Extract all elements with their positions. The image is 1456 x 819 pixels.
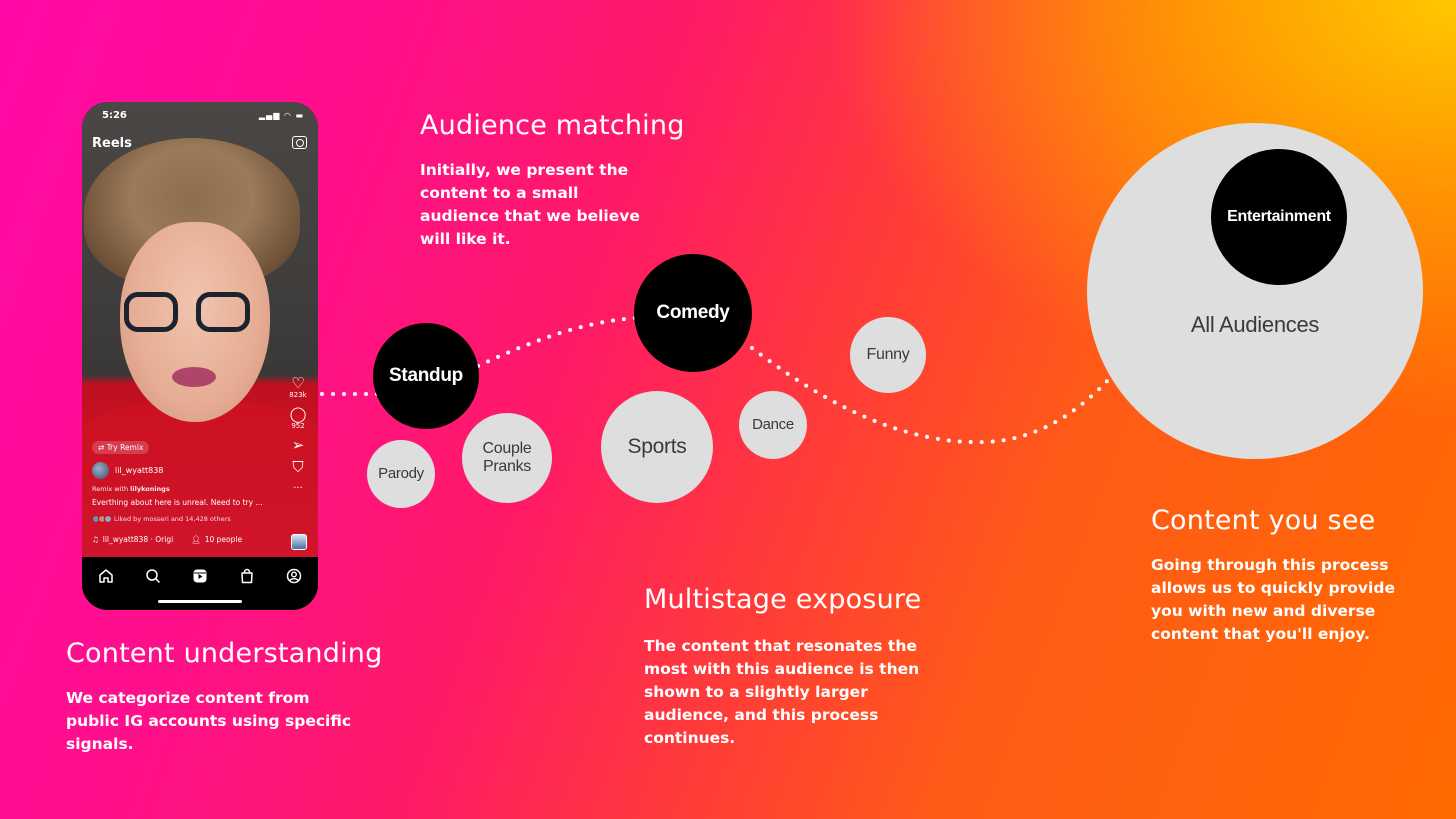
more-button[interactable]: ··· (287, 481, 309, 497)
search-icon (146, 569, 160, 584)
more-icon: ··· (293, 483, 303, 494)
shop-icon (241, 568, 253, 584)
heart-icon: ♡ (291, 374, 305, 392)
nav-reels[interactable] (190, 566, 210, 586)
bubble-label: Parody (378, 465, 424, 483)
try-remix-button[interactable]: ⇄ Try Remix (92, 441, 150, 454)
remix-user[interactable]: lilykonings (130, 485, 170, 493)
nav-shop[interactable] (237, 566, 257, 586)
comment-icon: ◯ (289, 405, 307, 423)
liked-by-text: Liked by mosseri and 14,428 others (114, 515, 231, 523)
like-count: 823k (289, 391, 307, 399)
bubble-label: Comedy (656, 302, 730, 324)
section-content-understanding: Content understanding We categorize cont… (66, 638, 382, 756)
remix-prefix: Remix with (92, 485, 129, 493)
section-body: Going through this process allows us to … (1151, 556, 1395, 643)
nav-search[interactable] (143, 566, 163, 586)
bubble-standup: Standup (373, 323, 479, 429)
section-title: Content you see (1151, 505, 1376, 536)
photo-glasses (196, 292, 250, 332)
save-button[interactable]: ⛉ (287, 459, 309, 475)
bubble-funny: Funny (850, 317, 926, 393)
bookmark-icon: ⛉ (292, 458, 304, 476)
person-icon: 👤︎ (191, 535, 201, 544)
bubble-label: All Audiences (1190, 312, 1320, 338)
people-label[interactable]: 10 people (205, 535, 242, 544)
bubble-label-line-2: Pranks (483, 458, 531, 475)
avatar[interactable] (92, 462, 109, 479)
photo-lips (172, 367, 216, 387)
user-row[interactable]: lil_wyatt838 (92, 462, 163, 479)
section-title: Audience matching (420, 110, 685, 141)
home-indicator (158, 600, 242, 603)
comment-button[interactable]: ◯ 952 (287, 406, 309, 431)
section-body: We categorize content from public IG acc… (66, 689, 352, 753)
liked-by-row[interactable]: Liked by mosseri and 14,428 others (92, 515, 231, 523)
reels-title: Reels (92, 136, 132, 151)
bubble-label: Funny (866, 345, 910, 363)
bubble-comedy: Comedy (634, 254, 752, 372)
status-icons: ▂▄▆ ◠ ▬ (259, 111, 304, 120)
caption[interactable]: Everthing about here is unreal. Need to … (92, 498, 263, 507)
remix-with-text: Remix with lilykonings (92, 485, 170, 493)
section-body: The content that resonates the most with… (644, 637, 920, 747)
bubble-entertainment: Entertainment (1211, 149, 1347, 285)
try-remix-label: Try Remix (106, 443, 144, 452)
username[interactable]: lil_wyatt838 (115, 466, 163, 475)
audio-label[interactable]: lil_wyatt838 · Origi (103, 535, 173, 544)
liked-avatars (92, 515, 112, 523)
signal-icon: ▂▄▆ (258, 111, 281, 120)
profile-icon (287, 568, 302, 584)
wifi-icon: ◠ (283, 111, 292, 120)
nav-home[interactable] (96, 566, 116, 586)
reels-icon (193, 569, 207, 583)
remix-icon: ⇄ (98, 443, 105, 452)
camera-icon[interactable] (292, 136, 307, 149)
like-button[interactable]: ♡ 823k (287, 375, 309, 400)
audio-row[interactable]: ♫ lil_wyatt838 · Origi 👤︎ 10 people (92, 535, 242, 544)
bubble-label: Entertainment (1227, 207, 1331, 225)
bubble-label: Sports (627, 434, 687, 458)
status-time: 5:26 (102, 110, 127, 121)
bubble-label: Dance (752, 416, 794, 434)
home-icon (98, 569, 113, 583)
comment-count: 952 (291, 422, 305, 430)
phone-mockup: 5:26 ▂▄▆ ◠ ▬ Reels ♡ 823k ◯ 952 ➢ ⛉ ··· … (82, 102, 318, 610)
section-content-you-see: Content you see Going through this proce… (1151, 505, 1411, 646)
battery-icon: ▬ (295, 111, 304, 120)
bubble-couple-pranks: Couple Pranks (462, 413, 552, 503)
bubble-label: Standup (389, 365, 463, 387)
share-button[interactable]: ➢ (287, 437, 309, 453)
audio-thumbnail[interactable] (291, 534, 307, 550)
nav-profile[interactable] (284, 566, 304, 586)
music-note-icon: ♫ (92, 535, 99, 544)
section-multistage-exposure: Multistage exposure The content that res… (644, 584, 934, 750)
section-title: Multistage exposure (644, 584, 922, 615)
section-title: Content understanding (66, 638, 383, 669)
bubble-sports: Sports (601, 391, 713, 503)
bubble-label-line-1: Couple (482, 439, 532, 457)
share-icon: ➢ (291, 436, 305, 454)
photo-glasses (124, 292, 178, 332)
section-audience-matching: Audience matching Initially, we present … (420, 110, 685, 251)
reel-actions: ♡ 823k ◯ 952 ➢ ⛉ ··· (287, 375, 309, 503)
bubble-parody: Parody (367, 440, 435, 508)
section-body: Initially, we present the content to a s… (420, 161, 640, 248)
bubble-dance: Dance (739, 391, 807, 459)
